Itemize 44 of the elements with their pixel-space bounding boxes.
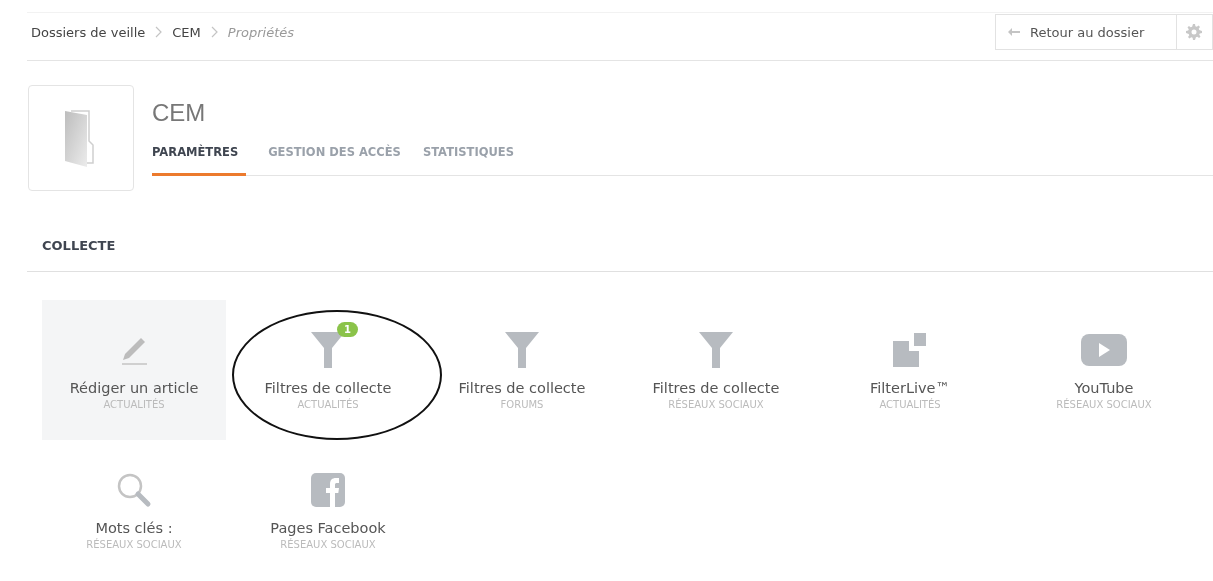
source-category: RÉSEAUX SOCIAUX (1056, 399, 1152, 410)
breadcrumb-link[interactable]: CEM (172, 24, 201, 40)
source-tile[interactable]: 1 Filtres de collecte ACTUALITÉS (236, 300, 420, 440)
source-tile[interactable]: Mots clés : RÉSEAUX SOCIAUX (42, 440, 226, 580)
source-category: FORUMS (500, 399, 544, 410)
source-tile[interactable]: Filtres de collecte RÉSEAUX SOCIAUX (624, 300, 808, 440)
facebook-icon (311, 473, 345, 507)
source-label: Filtres de collecte (264, 380, 392, 396)
squares-icon (893, 333, 927, 367)
search-icon (116, 472, 152, 508)
source-label: Pages Facebook (270, 520, 386, 536)
source-label: Filtres de collecte (458, 380, 586, 396)
back-button[interactable]: Retour au dossier (995, 14, 1177, 50)
back-arrow-icon (1008, 28, 1020, 36)
source-tile[interactable]: Rédiger un article ACTUALITÉS (42, 300, 226, 440)
source-tile[interactable]: YouTube RÉSEAUX SOCIAUX (1012, 300, 1196, 440)
source-label: FilterLive™ (870, 380, 950, 396)
settings-button[interactable] (1177, 14, 1213, 50)
funnel-icon (505, 332, 539, 368)
source-label: Rédiger un article (69, 380, 199, 396)
tab[interactable]: PARAMÈTRES (152, 141, 247, 176)
count-badge: 1 (337, 322, 358, 337)
chevron-icon (210, 26, 218, 38)
source-label: Mots clés : (95, 520, 173, 536)
source-tile[interactable]: Filtres de collecte FORUMS (430, 300, 614, 440)
source-label: Filtres de collecte (652, 380, 780, 396)
source-category: RÉSEAUX SOCIAUX (668, 399, 764, 410)
breadcrumb-link[interactable]: Dossiers de veille (31, 24, 146, 40)
breadcrumb-current: Propriétés (227, 24, 294, 40)
play-icon (1081, 334, 1127, 366)
settings-icon (1186, 24, 1202, 40)
source-category: RÉSEAUX SOCIAUX (86, 539, 182, 550)
funnel-icon (699, 332, 733, 368)
source-tile[interactable]: Pages Facebook RÉSEAUX SOCIAUX (236, 440, 420, 580)
pencil-icon (119, 335, 149, 365)
source-tile[interactable]: FilterLive™ ACTUALITÉS (818, 300, 1002, 440)
source-category: ACTUALITÉS (103, 399, 165, 410)
chevron-icon (155, 26, 163, 38)
source-category: ACTUALITÉS (879, 399, 941, 410)
source-label: YouTube (1074, 380, 1134, 396)
folder-title: CEM (152, 99, 207, 127)
source-category: ACTUALITÉS (297, 399, 359, 410)
section-title: COLLECTE (27, 238, 1213, 272)
source-category: RÉSEAUX SOCIAUX (280, 539, 376, 550)
